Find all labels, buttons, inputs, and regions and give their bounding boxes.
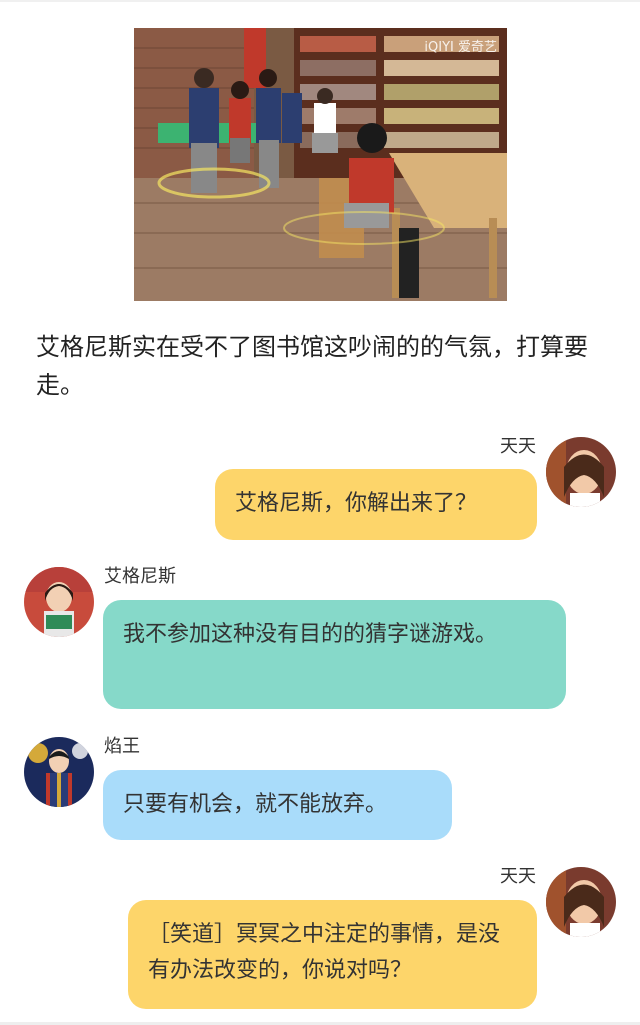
video-watermark: iQIYI 爱奇艺 [424, 40, 497, 55]
speaker-name: 焰王 [104, 736, 140, 757]
avatar-tiantian[interactable] [546, 867, 616, 937]
scene-image: iQIYI 爱奇艺 [134, 28, 507, 301]
speaker-name: 天天 [500, 436, 536, 457]
message-bubble: ［笑道］冥冥之中注定的事情，是没有办法改变的，你说对吗？ [128, 900, 537, 1009]
message-text: 艾格尼斯，你解出来了？ [235, 491, 478, 516]
chat-story-page: iQIYI 爱奇艺 艾格尼斯实在受不了图书馆这吵闹的的气氛，打算要走。 天天 艾… [0, 0, 640, 1025]
message-bubble: 艾格尼斯，你解出来了？ [215, 469, 537, 540]
avatar-yanwang[interactable] [24, 737, 94, 807]
avatar-agnes[interactable] [24, 567, 94, 637]
message-bubble: 只要有机会，就不能放弃。 [103, 770, 452, 840]
message-bubble: 我不参加这种没有目的的猜字谜游戏。 [103, 600, 566, 709]
message-text: 我不参加这种没有目的的猜字谜游戏。 [123, 622, 498, 647]
avatar-tiantian[interactable] [546, 437, 616, 507]
top-divider [0, 0, 640, 2]
speaker-name: 天天 [500, 866, 536, 887]
message-text: 只要有机会，就不能放弃。 [123, 792, 388, 817]
speaker-name: 艾格尼斯 [104, 566, 176, 587]
narration-text: 艾格尼斯实在受不了图书馆这吵闹的的气氛，打算要走。 [36, 333, 588, 399]
message-text: ［笑道］冥冥之中注定的事情，是没有办法改变的，你说对吗？ [148, 922, 501, 983]
